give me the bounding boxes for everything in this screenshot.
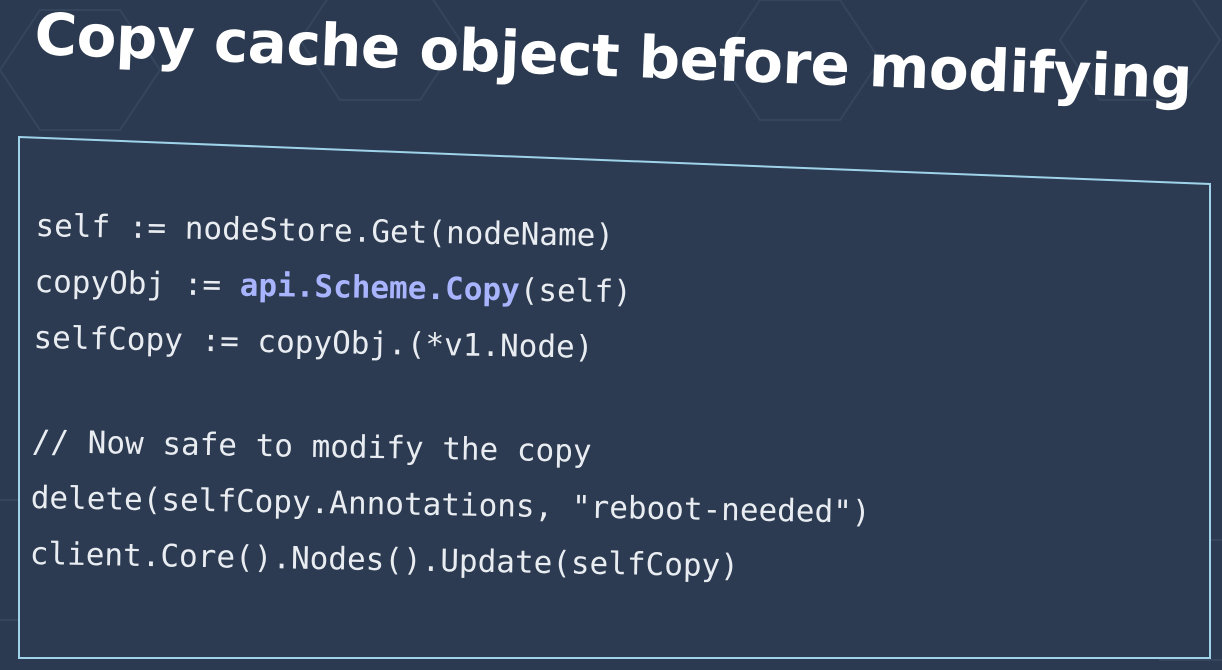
highlighted-code: api.Scheme.Copy	[239, 267, 521, 309]
code-text: (self)	[519, 272, 633, 311]
slide-title: Copy cache object before modifying	[33, 0, 1194, 113]
code-block: self := nodeStore.Get(nodeName) copyObj …	[29, 198, 1136, 601]
code-text: copyObj :=	[34, 263, 241, 304]
slide: { "slide": { "title": "Copy cache object…	[0, 0, 1222, 670]
